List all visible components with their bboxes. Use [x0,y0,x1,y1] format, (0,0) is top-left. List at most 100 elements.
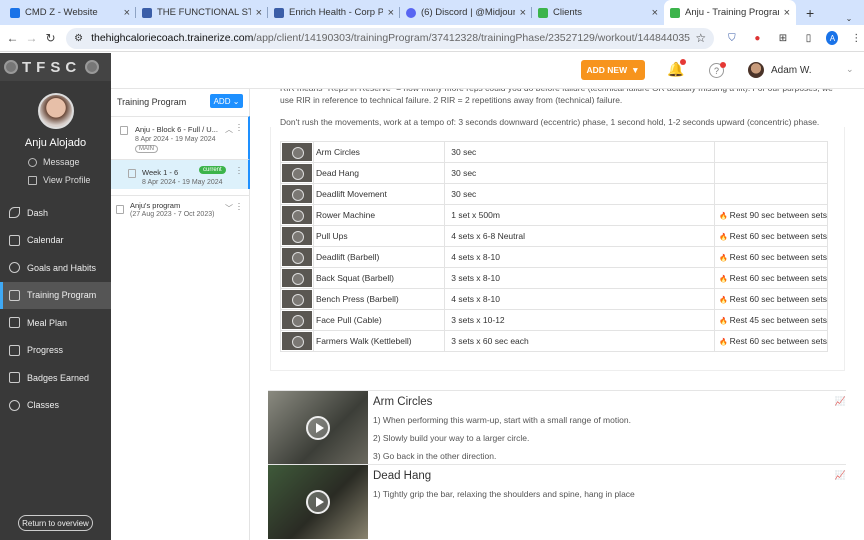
close-tab-icon[interactable]: × [652,7,658,19]
caret-down-icon: ▼ [631,65,640,75]
coach-avatar[interactable] [748,62,764,78]
add-program-button[interactable]: ADD ⌄ [210,94,243,108]
exercise-video-thumbnail[interactable] [282,185,312,203]
phase-doc-icon [128,169,136,178]
browser-tab[interactable]: Clients × [532,0,664,25]
extensions-puzzle-icon[interactable]: ⊞ [775,29,791,47]
exercise-row[interactable]: Back Squat (Barbell) 3 sets x 8-10 🔥 Rest 6… [280,267,829,289]
red-extension-icon[interactable]: ● [750,29,766,47]
exercise-rest [713,183,829,205]
view-profile-link[interactable]: View Profile [0,175,111,185]
tab-search-chevron-icon[interactable]: ⌄ [842,11,856,25]
back-arrow-icon[interactable]: ← [3,31,22,45]
close-tab-icon[interactable]: × [520,7,526,19]
reload-icon[interactable]: ↻ [41,31,60,45]
new-tab-button[interactable]: + [796,0,824,25]
help-icon[interactable]: ? [709,62,726,78]
sidebar-item-classes[interactable]: Classes [0,392,111,420]
current-badge: current [199,166,226,174]
exercise-name[interactable]: Face Pull (Cable) [312,309,446,331]
exercise-video-thumbnail[interactable] [268,391,368,465]
exercise-video-thumbnail[interactable] [282,332,312,350]
exercise-name[interactable]: Arm Circles [312,141,446,163]
profile-avatar[interactable]: A [826,31,839,45]
exercise-rest [713,141,829,163]
exercise-row[interactable]: Deadlift (Barbell) 4 sets x 8-10 🔥 Rest 60 … [280,246,829,268]
exercise-name[interactable]: Pull Ups [312,225,446,247]
panel-title: Training Program [117,97,187,107]
browser-tab[interactable]: CMD Z - Website × [4,0,136,25]
browser-tab-active[interactable]: Anju - Training Program × [664,0,796,25]
browser-menu-icon[interactable]: ⋮ [848,29,864,47]
exercise-video-thumbnail[interactable] [282,143,312,161]
stats-chart-icon[interactable]: 📈 [835,470,846,481]
program-phase-item[interactable]: Week 1 - 6 8 Apr 2024 - 19 May 2024 curr… [111,159,250,189]
more-options-icon[interactable]: · · · [237,199,241,214]
stats-chart-icon[interactable]: 📈 [835,396,846,407]
sidebar-item-badges[interactable]: Badges Earned [0,364,111,392]
sidepanel-icon[interactable]: ▯ [801,29,817,47]
exercise-thumb-cell [280,141,314,163]
browser-tab[interactable]: THE FUNCTIONAL STREN× [136,0,268,25]
exercise-video-thumbnail[interactable] [282,206,312,224]
return-to-overview-button[interactable]: Return to overview [18,515,93,531]
coach-name[interactable]: Adam W. [771,65,812,76]
goals-icon [9,262,20,274]
exercise-row[interactable]: Arm Circles 30 sec [280,141,829,163]
sidebar-item-meal-plan[interactable]: Meal Plan [0,309,111,337]
exercise-row[interactable]: Dead Hang 30 sec [280,162,829,184]
exercise-name[interactable]: Deadlift (Barbell) [312,246,446,268]
close-tab-icon[interactable]: × [256,7,262,19]
exercise-video-thumbnail[interactable] [282,248,312,266]
browser-tab[interactable]: Enrich Health - Corp Pres× [268,0,400,25]
site-info-icon[interactable]: ⚙ [74,33,83,44]
close-tab-icon[interactable]: × [124,7,130,19]
close-tab-icon[interactable]: × [784,7,790,19]
exercise-name[interactable]: Bench Press (Barbell) [312,288,446,310]
program-block[interactable]: Anju - Block 6 - Full / U... 8 Apr 2024 … [111,116,250,159]
program-block[interactable]: Anju's program (27 Aug 2023 - 7 Oct 2023… [111,195,250,225]
close-tab-icon[interactable]: × [388,7,394,19]
sidebar-item-goals[interactable]: Goals and Habits [0,254,111,282]
chevron-down-icon[interactable]: ⌄ [846,64,854,75]
message-link[interactable]: Message [0,157,111,167]
fire-icon: 🔥 [718,318,728,325]
exercise-row[interactable]: Bench Press (Barbell) 4 sets x 8-10 🔥 Rest … [280,288,829,310]
address-bar[interactable]: ⚙ thehighcaloriecoach.trainerize.com/app… [66,27,715,49]
notification-bell-icon[interactable]: 🔔 [667,59,686,79]
exercise-video-thumbnail[interactable] [268,465,368,539]
exercise-name[interactable]: Dead Hang [312,162,446,184]
more-options-icon[interactable]: · · · [237,120,241,135]
exercise-video-thumbnail[interactable] [282,164,312,182]
sidebar-item-progress[interactable]: Progress [0,337,111,365]
play-icon[interactable] [306,490,330,514]
play-icon[interactable] [306,416,330,440]
chevron-down-icon[interactable]: ﹀ [225,203,233,214]
fire-icon: 🔥 [718,213,728,220]
sidebar-item-training-program[interactable]: Training Program [0,281,111,309]
shield-extension-icon[interactable]: ⛉ [724,29,740,47]
exercise-name[interactable]: Deadlift Movement [312,183,446,205]
browser-tab[interactable]: (6) Discord | @Midjourney× [400,0,532,25]
exercise-row[interactable]: Face Pull (Cable) 3 sets x 10-12 🔥 Rest 45 … [280,309,829,331]
exercise-row[interactable]: Deadlift Movement 30 sec [280,183,829,205]
client-avatar[interactable] [37,93,74,129]
exercise-video-thumbnail[interactable] [282,311,312,329]
sidebar-item-dash[interactable]: Dash [0,199,111,227]
exercise-name[interactable]: Rower Machine [312,204,446,226]
exercise-video-thumbnail[interactable] [282,227,312,245]
more-options-icon[interactable]: · · · [237,163,241,178]
forward-arrow-icon[interactable]: → [22,31,41,45]
exercise-row[interactable]: Farmers Walk (Kettlebell) 3 sets x 60 sec… [280,330,829,352]
bookmark-star-icon[interactable]: ☆ [695,31,706,45]
exercise-name[interactable]: Farmers Walk (Kettlebell) [312,330,446,352]
sidebar-item-calendar[interactable]: Calendar [0,227,111,255]
exercise-video-thumbnail[interactable] [282,290,312,308]
exercise-name[interactable]: Back Squat (Barbell) [312,267,446,289]
exercise-reps: 30 sec [444,141,715,163]
chevron-up-icon[interactable]: ︿ [225,124,233,135]
add-new-button[interactable]: ADD NEW ▼ [581,60,645,80]
exercise-row[interactable]: Rower Machine 1 set x 500m 🔥 Rest 90 sec be… [280,204,829,226]
exercise-video-thumbnail[interactable] [282,269,312,287]
exercise-row[interactable]: Pull Ups 4 sets x 6-8 Neutral 🔥 Rest 60 sec… [280,225,829,247]
